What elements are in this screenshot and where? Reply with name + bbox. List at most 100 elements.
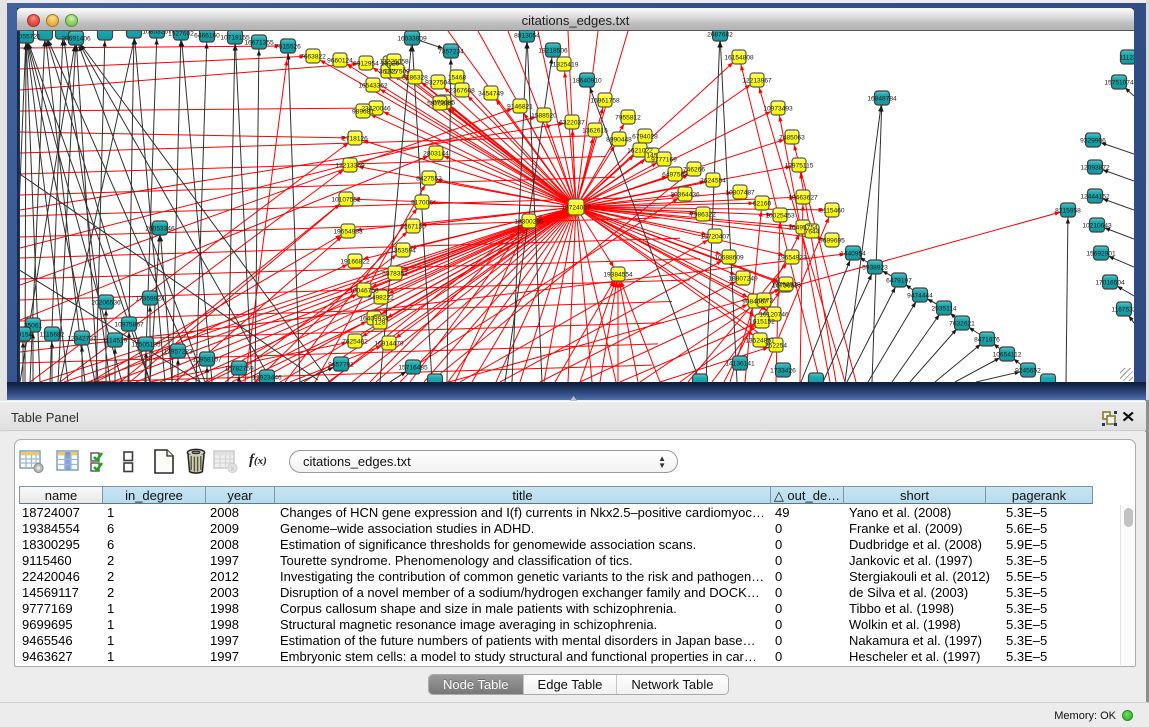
svg-text:128: 128 (374, 319, 385, 326)
svg-text:18640910: 18640910 (572, 77, 602, 84)
svg-text:16671355: 16671355 (244, 39, 274, 46)
svg-text:18724007: 18724007 (561, 204, 591, 211)
svg-text:10973493: 10973493 (763, 105, 793, 112)
svg-text:1440954: 1440954 (840, 250, 866, 257)
svg-text:39154: 39154 (20, 331, 32, 338)
svg-text:2367608: 2367608 (449, 87, 475, 94)
svg-text:7625402: 7625402 (342, 338, 368, 345)
svg-text:1114519: 1114519 (103, 337, 128, 344)
svg-text:13226058: 13226058 (379, 58, 409, 65)
svg-text:989681: 989681 (352, 108, 374, 115)
svg-text:7644: 7644 (805, 228, 820, 235)
svg-text:12923446: 12923446 (252, 374, 282, 381)
svg-text:10046758: 10046758 (349, 287, 379, 294)
svg-text:2935114: 2935114 (931, 305, 957, 312)
svg-text:9329906: 9329906 (1080, 137, 1106, 144)
svg-text:16914479: 16914479 (374, 340, 404, 347)
svg-text:19756928: 19756928 (771, 281, 801, 288)
svg-text:1733426: 1733426 (770, 367, 796, 374)
svg-text:15716485: 15716485 (398, 364, 428, 371)
svg-text:1362615: 1362615 (582, 127, 608, 134)
svg-text:252254: 252254 (765, 342, 787, 349)
svg-text:12213967: 12213967 (742, 77, 772, 84)
svg-text:10107552: 10107552 (331, 196, 361, 203)
svg-text:1167532: 1167532 (1111, 306, 1134, 313)
svg-text:19384554: 19384554 (603, 271, 633, 278)
svg-text:12093872: 12093872 (1080, 164, 1110, 171)
svg-text:2803144: 2803144 (423, 150, 449, 157)
svg-text:19218506: 19218506 (538, 47, 568, 54)
svg-text:16033809: 16033809 (397, 35, 427, 42)
svg-text:9699695: 9699695 (819, 237, 845, 244)
svg-text:9657791: 9657791 (328, 361, 354, 368)
svg-text:16120746: 16120746 (759, 311, 789, 318)
svg-text:16782759: 16782759 (224, 365, 254, 372)
svg-text:1527602: 1527602 (168, 31, 194, 37)
svg-text:10672: 10672 (755, 297, 774, 304)
svg-text:2718126: 2718126 (342, 135, 368, 142)
svg-text:5938923: 5938923 (862, 264, 888, 271)
svg-text:1615152: 1615152 (749, 318, 775, 325)
svg-text:14055721: 14055721 (20, 33, 41, 40)
svg-text:8990448: 8990448 (606, 136, 632, 143)
svg-text:62160: 62160 (753, 200, 772, 207)
svg-text:6794028: 6794028 (632, 133, 658, 140)
svg-text:10025453: 10025453 (765, 212, 795, 219)
svg-text:8912954: 8912954 (353, 60, 379, 67)
svg-text:8471676: 8471676 (974, 336, 1000, 343)
svg-text:2087682: 2087682 (707, 31, 733, 38)
svg-text:x: x (231, 464, 235, 473)
svg-text:20691406: 20691406 (61, 35, 91, 42)
svg-text:12975115: 12975115 (785, 162, 814, 169)
svg-text:10654112: 10654112 (993, 351, 1022, 358)
svg-text:10688609: 10688609 (714, 254, 744, 261)
svg-text:11123: 11123 (1119, 54, 1134, 61)
svg-text:11325419: 11325419 (550, 61, 579, 68)
svg-text:6466160: 6466160 (194, 32, 220, 39)
svg-text:26053346: 26053346 (145, 225, 175, 232)
svg-text:8215958: 8215958 (1055, 207, 1081, 214)
svg-text:16961758: 16961758 (590, 97, 620, 104)
svg-text:7986322: 7986322 (690, 211, 716, 218)
svg-text:7955812: 7955812 (615, 114, 641, 121)
svg-text:18300295: 18300295 (514, 218, 544, 225)
svg-text:12342737: 12342737 (67, 335, 97, 342)
svg-text:18807249: 18807249 (728, 275, 758, 282)
svg-text:19654923: 19654923 (777, 254, 807, 261)
svg-text:17016504: 17016504 (1095, 279, 1125, 286)
svg-text:9245652: 9245652 (1015, 367, 1041, 374)
svg-text:19166822: 19166822 (340, 258, 370, 265)
svg-text:5875685: 5875685 (427, 100, 453, 107)
svg-text:8427552: 8427552 (416, 175, 442, 182)
svg-text:10807487: 10807487 (725, 189, 755, 196)
svg-text:15720407: 15720407 (700, 233, 730, 240)
svg-text:8813054: 8813054 (514, 32, 540, 39)
svg-text:12444152: 12444152 (1080, 193, 1110, 200)
svg-text:9146821: 9146821 (507, 103, 533, 110)
svg-text:17957223: 17957223 (163, 348, 193, 355)
svg-text:7515526: 7515526 (275, 43, 301, 50)
svg-text:1588520: 1588520 (531, 112, 557, 119)
svg-text:9777169: 9777169 (651, 156, 677, 163)
svg-text:6322037: 6322037 (559, 119, 585, 126)
svg-text:19654983: 19654983 (333, 228, 363, 235)
svg-text:3454749: 3454749 (478, 90, 504, 97)
svg-text:10210643: 10210643 (1082, 222, 1112, 229)
svg-text:7857234: 7857234 (438, 48, 464, 55)
svg-text:3624554: 3624554 (700, 177, 726, 184)
svg-text:9115460: 9115460 (819, 207, 845, 214)
svg-text:35061: 35061 (24, 322, 43, 329)
svg-text:7632621: 7632621 (949, 320, 975, 327)
svg-text:12505135: 12505135 (131, 341, 161, 348)
svg-text:15468: 15468 (448, 74, 467, 81)
svg-text:5498222: 5498222 (368, 294, 394, 301)
svg-text:15692901: 15692901 (1086, 250, 1116, 257)
svg-text:5878352: 5878352 (382, 270, 408, 277)
svg-text:16543362: 16543362 (358, 82, 388, 89)
svg-text:15751074: 15751074 (1104, 79, 1134, 86)
svg-text:20364436: 20364436 (670, 191, 700, 198)
svg-text:16154808: 16154808 (724, 54, 754, 61)
svg-text:16848784: 16848784 (867, 95, 897, 102)
svg-text:20206536: 20206536 (91, 299, 121, 306)
svg-text:1115682: 1115682 (40, 331, 65, 338)
